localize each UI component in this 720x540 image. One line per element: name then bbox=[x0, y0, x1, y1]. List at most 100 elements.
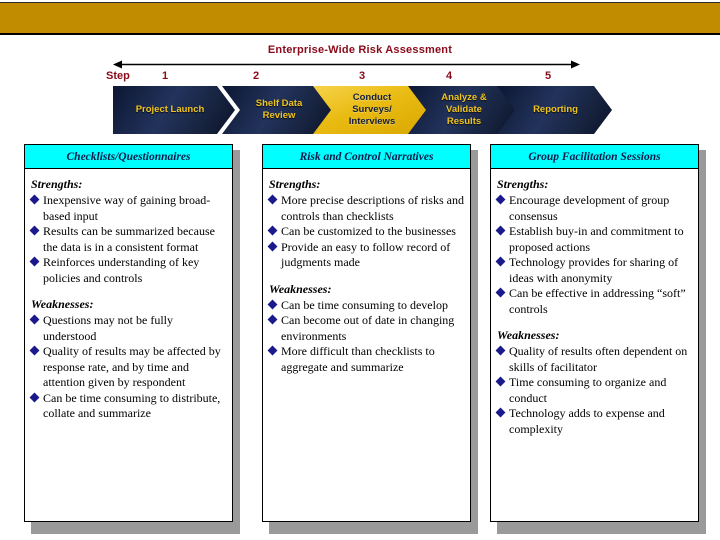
diamond-bullet-icon bbox=[29, 194, 40, 205]
list-item: Can be effective in addressing “soft” co… bbox=[495, 286, 692, 317]
process-flow-diagram: Enterprise-Wide Risk Assessment Step 1 2… bbox=[0, 44, 720, 139]
list-item-text: More difficult than checklists to aggreg… bbox=[281, 344, 435, 374]
weaknesses-list-3: Quality of results often dependent on sk… bbox=[495, 344, 692, 437]
list-item-text: Can be effective in addressing “soft” co… bbox=[509, 286, 686, 316]
diamond-bullet-icon bbox=[29, 256, 40, 267]
list-item: Encourage development of group consensus bbox=[495, 193, 692, 224]
list-item: Can become out of date in changing envir… bbox=[267, 313, 464, 344]
diamond-bullet-icon bbox=[495, 407, 506, 418]
list-item-text: Questions may not be fully understood bbox=[43, 313, 173, 343]
list-item-text: Establish buy-in and commitment to propo… bbox=[509, 224, 684, 254]
step-number-1: 1 bbox=[161, 70, 169, 82]
column-body-group-facilitation: Strengths: Encourage development of grou… bbox=[490, 169, 699, 522]
step-4-line-2: Validate bbox=[446, 104, 482, 115]
list-item-text: Quality of results may be affected by re… bbox=[43, 344, 221, 389]
comparison-column-group-facilitation: Group Facilitation Sessions Strengths: E… bbox=[490, 144, 706, 534]
slide-canvas: Enterprise-Wide Risk Assessment Step 1 2… bbox=[0, 0, 720, 540]
step-4-line-1: Analyze & bbox=[441, 92, 487, 103]
step-3-line-3: Interviews bbox=[348, 116, 396, 127]
list-item-text: Quality of results often dependent on sk… bbox=[509, 344, 688, 374]
diamond-bullet-icon bbox=[267, 345, 278, 356]
step-3-line-1: Conduct bbox=[352, 92, 392, 103]
step-number-5: 5 bbox=[544, 70, 552, 82]
process-step-shelf-data-review[interactable]: Shelf Data Review bbox=[222, 86, 334, 134]
diamond-bullet-icon bbox=[495, 194, 506, 205]
list-item: Technology provides for sharing of ideas… bbox=[495, 255, 692, 286]
list-item-text: Results can be summarized because the da… bbox=[43, 224, 215, 254]
strengths-list-2: More precise descriptions of risks and c… bbox=[267, 193, 464, 271]
list-item: Establish buy-in and commitment to propo… bbox=[495, 224, 692, 255]
diamond-bullet-icon bbox=[29, 225, 40, 236]
list-item-text: Provide an easy to follow record of judg… bbox=[281, 239, 451, 270]
diamond-bullet-icon bbox=[29, 314, 40, 325]
diamond-bullet-icon bbox=[495, 225, 506, 236]
weaknesses-label-1: Weaknesses: bbox=[31, 297, 94, 311]
column-header-narratives: Risk and Control Narratives bbox=[262, 144, 471, 169]
list-item-text: Inexpensive way of gaining broad-based i… bbox=[43, 193, 211, 223]
diamond-bullet-icon bbox=[29, 345, 40, 356]
list-item: More precise descriptions of risks and c… bbox=[267, 193, 464, 224]
weaknesses-label-3: Weaknesses: bbox=[497, 328, 560, 342]
list-item: Reinforces understanding of key policies… bbox=[29, 255, 226, 286]
weaknesses-label-2: Weaknesses: bbox=[269, 281, 332, 296]
list-item-text: More precise descriptions of risks and c… bbox=[281, 193, 464, 223]
diamond-bullet-icon bbox=[495, 345, 506, 356]
strengths-list-3: Encourage development of group consensus… bbox=[495, 193, 692, 317]
list-item-text: Can be time consuming to develop bbox=[281, 297, 448, 312]
diamond-bullet-icon bbox=[267, 194, 278, 205]
step-2-line-2: Review bbox=[262, 110, 296, 121]
column-body-checklists: Strengths: Inexpensive way of gaining br… bbox=[24, 169, 233, 522]
column-header-group-facilitation: Group Facilitation Sessions bbox=[490, 144, 699, 169]
process-title: Enterprise-Wide Risk Assessment bbox=[267, 44, 453, 56]
list-item: Can be time consuming to distribute, col… bbox=[29, 390, 226, 422]
diamond-bullet-icon bbox=[267, 241, 278, 251]
strengths-label-2: Strengths: bbox=[269, 177, 321, 191]
diamond-bullet-icon bbox=[495, 256, 506, 267]
weaknesses-list-2: Can be time consuming to develop Can bec… bbox=[267, 297, 464, 376]
strengths-label-3: Strengths: bbox=[497, 177, 549, 191]
step-word-label: Step bbox=[106, 70, 130, 82]
list-item-text: Time consuming to organize and conduct bbox=[509, 375, 667, 405]
column-body-narratives: Strengths: More precise descriptions of … bbox=[262, 169, 471, 522]
list-item-text: Encourage development of group consensus bbox=[509, 193, 670, 223]
span-double-arrow-icon bbox=[113, 60, 580, 69]
list-item: Provide an easy to follow record of judg… bbox=[267, 239, 464, 271]
list-item-text: Can become out of date in changing envir… bbox=[281, 313, 455, 343]
list-item: Can be customized to the businesses bbox=[267, 224, 464, 240]
list-item: More difficult than checklists to aggreg… bbox=[267, 344, 464, 375]
list-item-text: Technology adds to expense and complexit… bbox=[509, 406, 665, 436]
step-number-2: 2 bbox=[252, 70, 260, 82]
comparison-column-checklists: Checklists/Questionnaires Strengths: Ine… bbox=[24, 144, 240, 534]
diamond-bullet-icon bbox=[29, 392, 40, 402]
step-number-4: 4 bbox=[445, 70, 453, 82]
list-item-text: Reinforces understanding of key policies… bbox=[43, 255, 200, 285]
diamond-bullet-icon bbox=[495, 376, 506, 387]
process-step-project-launch[interactable]: Project Launch bbox=[113, 86, 235, 134]
list-item: Quality of results often dependent on sk… bbox=[495, 344, 692, 375]
list-item: Technology adds to expense and complexit… bbox=[495, 406, 692, 437]
step-3-line-2: Surveys/ bbox=[352, 104, 392, 115]
diamond-bullet-icon bbox=[267, 225, 278, 236]
list-item: Results can be summarized because the da… bbox=[29, 224, 226, 255]
strengths-list-1: Inexpensive way of gaining broad-based i… bbox=[29, 193, 226, 286]
list-item: Can be time consuming to develop bbox=[267, 297, 464, 314]
list-item: Quality of results may be affected by re… bbox=[29, 344, 226, 391]
list-item-text: Can be customized to the businesses bbox=[281, 224, 456, 238]
list-item: Inexpensive way of gaining broad-based i… bbox=[29, 193, 226, 224]
list-item-text: Technology provides for sharing of ideas… bbox=[509, 255, 679, 285]
list-item: Questions may not be fully understood bbox=[29, 313, 226, 344]
column-header-checklists: Checklists/Questionnaires bbox=[24, 144, 233, 169]
comparison-column-narratives: Risk and Control Narratives Strengths: M… bbox=[262, 144, 478, 534]
list-item-text: Can be time consuming to distribute, col… bbox=[43, 390, 221, 421]
diamond-bullet-icon bbox=[495, 287, 506, 298]
step-number-3: 3 bbox=[358, 70, 366, 82]
weaknesses-list-1: Questions may not be fully understood Qu… bbox=[29, 313, 226, 422]
top-gold-banner bbox=[0, 2, 720, 35]
list-item: Time consuming to organize and conduct bbox=[495, 375, 692, 406]
diamond-bullet-icon bbox=[267, 314, 278, 325]
step-5-line-1: Reporting bbox=[533, 104, 578, 115]
diamond-bullet-icon bbox=[267, 299, 278, 309]
